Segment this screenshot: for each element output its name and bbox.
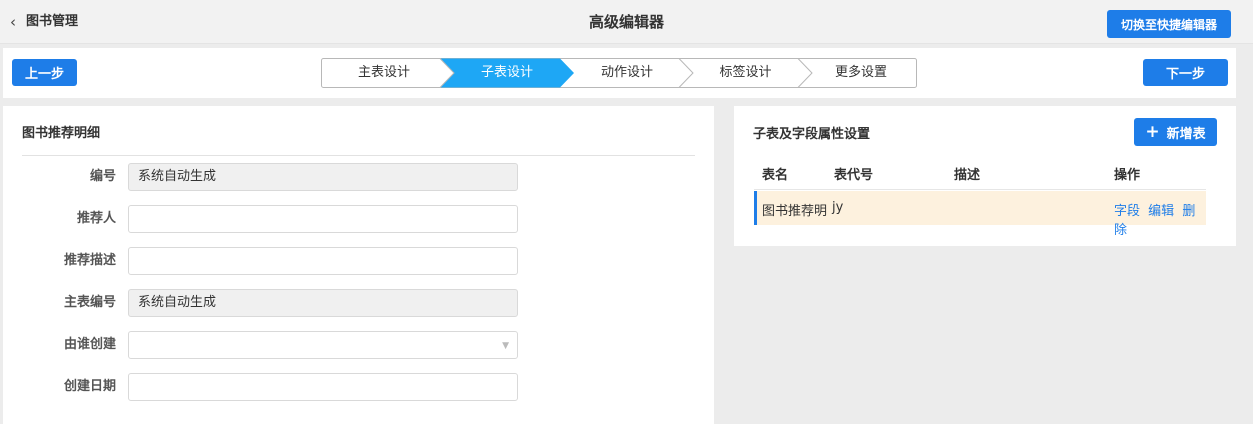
form-row-recommender: 推荐人 [3,205,714,233]
next-step-button[interactable]: 下一步 [1143,59,1228,86]
column-header: 表代号 [834,168,874,183]
divider [22,155,695,156]
create-date-input[interactable] [128,373,518,401]
field-label: 主表编号 [63,295,116,310]
row-code: jy [832,200,844,215]
table-row[interactable]: 图书推荐明 jy 字段 编辑 删除 [754,191,1206,238]
chevron-left-icon: ‹ [10,13,16,31]
step-tag-design[interactable]: 标签设计 [686,58,805,88]
subtable-title: 子表及字段属性设置 [753,127,871,142]
edit-link[interactable]: 编辑 [1148,204,1174,219]
add-table-button[interactable]: + 新增表 [1134,118,1217,146]
form-panel: 图书推荐明细 编号 系统自动生成 推荐人 推荐描述 主表编号 系统自动生成 由谁… [3,106,714,424]
creator-select[interactable]: ▼ [128,331,518,359]
add-table-label: 新增表 [1166,126,1206,142]
switch-editor-button[interactable]: 切换至快捷编辑器 [1107,10,1231,38]
step-action-design[interactable]: 动作设计 [567,58,687,88]
plus-icon: + [1145,122,1160,142]
form-title: 图书推荐明细 [22,126,101,141]
column-header: 表名 [762,168,789,183]
page-title: 高级编辑器 [588,13,664,31]
form-row-create-date: 创建日期 [3,373,714,401]
back-button[interactable]: ‹ 图书管理 [10,13,78,31]
top-bar: ‹ 图书管理 高级编辑器 切换至快捷编辑器 [0,0,1253,44]
column-header: 操作 [1114,168,1141,183]
column-header: 描述 [954,168,981,183]
description-input[interactable] [128,247,518,275]
fields-link[interactable]: 字段 [1114,204,1140,219]
prev-step-button[interactable]: 上一步 [12,59,77,86]
step-indicator: 主表设计 子表设计 动作设计 标签设计 更多设置 [321,58,917,88]
step-main-design[interactable]: 主表设计 [321,58,447,88]
back-label: 图书管理 [26,14,79,29]
master-number-field: 系统自动生成 [128,289,518,317]
subtable-panel: 子表及字段属性设置 + 新增表 表名 表代号 描述 操作 图书推荐明 jy 字段… [734,106,1236,246]
form-row-creator: 由谁创建 ▼ [3,331,714,359]
number-field: 系统自动生成 [128,163,518,191]
field-label: 推荐描述 [63,253,116,268]
step-bar: 上一步 主表设计 子表设计 动作设计 标签设计 更多设置 下一步 [3,48,1236,98]
table-header: 表名 表代号 描述 操作 [754,156,1206,190]
field-label: 创建日期 [63,379,116,394]
form-row-description: 推荐描述 [3,247,714,275]
step-more-settings[interactable]: 更多设置 [805,58,917,88]
field-label: 由谁创建 [63,337,116,352]
form-row-number: 编号 系统自动生成 [3,163,714,191]
recommender-input[interactable] [128,205,518,233]
step-sub-design[interactable]: 子表设计 [447,58,567,88]
field-label: 推荐人 [76,211,116,226]
field-label: 编号 [89,169,116,184]
page-title-wrap: 高级编辑器 [0,12,1253,32]
caret-down-icon: ▼ [502,341,509,351]
row-name: 图书推荐明 [762,204,828,219]
row-operations: 字段 编辑 删除 [1114,200,1206,238]
form-row-master-number: 主表编号 系统自动生成 [3,289,714,317]
